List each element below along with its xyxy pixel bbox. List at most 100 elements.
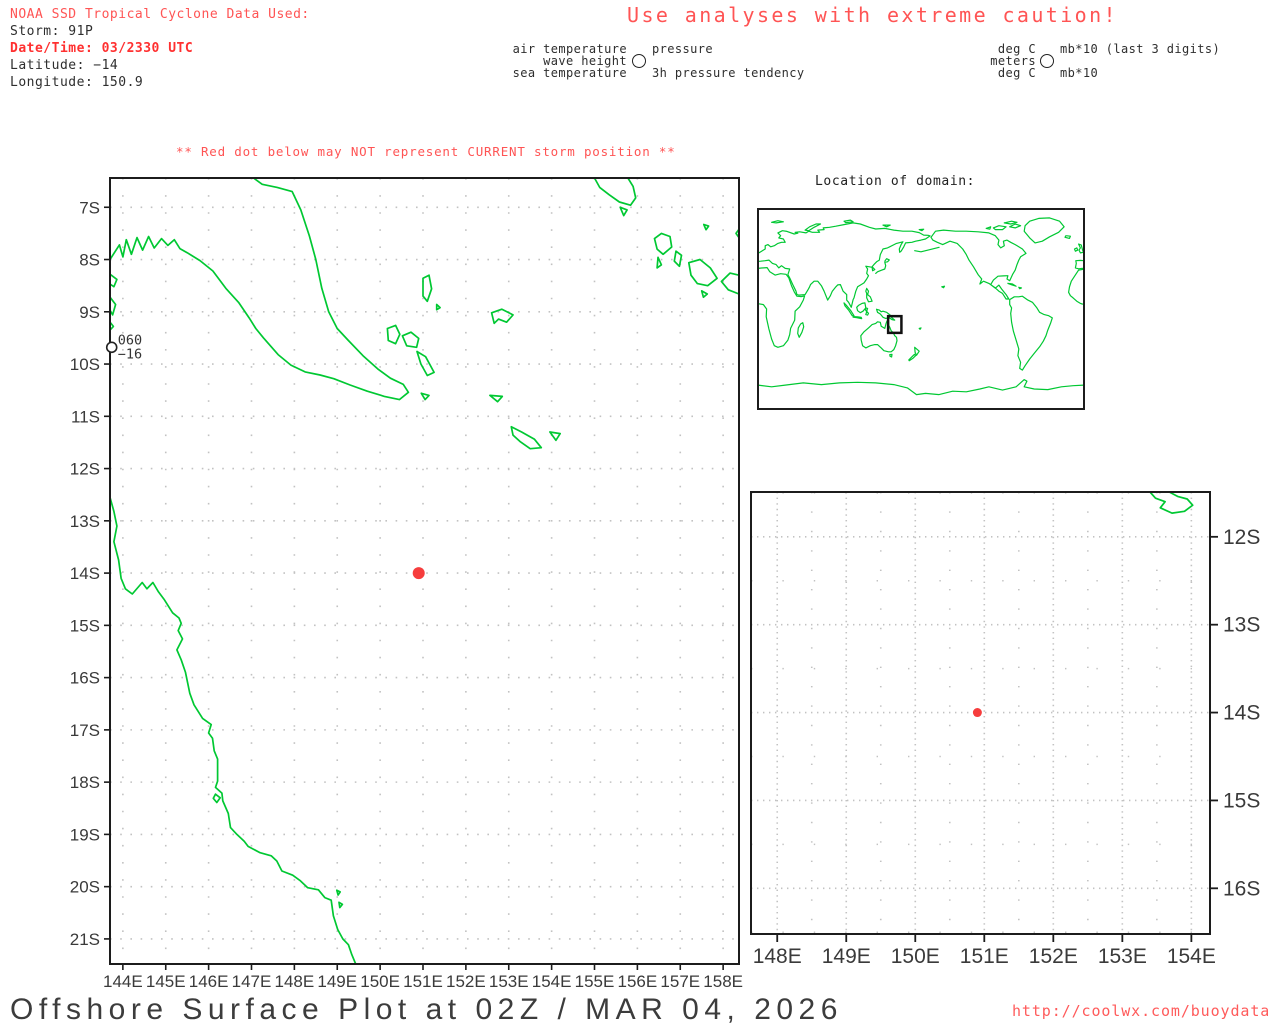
- inset-map-title: Location of domain:: [815, 174, 976, 189]
- axis-label: 154E: [532, 972, 572, 991]
- coastline-png-mainland: [109, 177, 410, 401]
- coastline-samarai: [420, 392, 430, 401]
- axis-label: 12S: [70, 460, 100, 479]
- coastline-wrangel: [918, 228, 925, 232]
- axis-label: 14S: [1223, 702, 1260, 725]
- coastline-hinchinbrook: [212, 793, 222, 804]
- axis-label: 19S: [70, 825, 100, 844]
- coastline-choiseul: [653, 232, 673, 256]
- coastline-misima: [489, 394, 504, 403]
- axis-label: 151E: [960, 945, 1009, 968]
- axis-label: 150E: [891, 945, 940, 968]
- axis-label: 152E: [446, 972, 486, 991]
- axis-label: 148E: [753, 945, 802, 968]
- coastline-normanby: [416, 350, 435, 377]
- source-url: http://coolwx.com/buoydata: [1012, 1002, 1271, 1020]
- station-legend-left-column: air temperature wave height sea temperat…: [513, 43, 627, 79]
- coastline-santa-isabel-edge: [720, 272, 740, 295]
- axis-label: 10S: [70, 355, 100, 374]
- tc-info-latitude: Latitude: −14: [10, 58, 119, 73]
- zoom-map: 148E 149E 150E 151E 152E 153E 154E 12S 13S 14S 15S…: [750, 491, 1260, 968]
- coastline-eurasia: [757, 222, 931, 308]
- coastline-madagascar: [797, 322, 805, 338]
- tc-info-longitude: Longitude: 150.9: [10, 75, 144, 90]
- coastline-nz-north: [914, 346, 920, 356]
- coastline-sulawesi: [864, 307, 870, 316]
- axis-label: 13S: [1223, 614, 1260, 637]
- legend-sea-temperature-label: sea temperature: [512, 66, 627, 80]
- axis-label: 8S: [79, 251, 100, 270]
- coastline-new-guinea: [875, 308, 896, 321]
- axis-label: 11S: [71, 407, 100, 426]
- coastline-iberia: [1074, 259, 1085, 270]
- coastline-tagula-tip: [1149, 491, 1194, 514]
- coastline-bougainville: [593, 177, 637, 207]
- coastline-philippines: [865, 287, 873, 303]
- legend-pressure-label: pressure: [652, 42, 713, 56]
- axis-label: 17S: [70, 721, 100, 740]
- axis-label: 9S: [79, 303, 100, 322]
- coastline-kolombangara: [673, 250, 683, 268]
- coastline-trobriand: [422, 274, 433, 303]
- legend-pressure-tendency-label: 3h pressure tendency: [652, 66, 805, 80]
- plot-title: Offshore Surface Plot at 02Z / MAR 04, 2…: [10, 993, 843, 1026]
- coastline-tasmania: [889, 353, 893, 358]
- coastline-fergusson: [401, 331, 420, 349]
- coastline-south-america: [1009, 295, 1053, 371]
- coastline-iceland: [1064, 235, 1071, 239]
- coastline-goodenough: [386, 324, 401, 345]
- coastline-sumatra: [843, 302, 855, 317]
- coastline-borneo: [856, 302, 867, 314]
- station-model-circle-icon: [632, 54, 646, 68]
- coastline-java: [852, 315, 863, 320]
- axis-label: 153E: [1098, 945, 1147, 968]
- coastline-arctic-4: [985, 226, 992, 230]
- axis-label: 15S: [1223, 789, 1260, 812]
- tc-info-source: NOAA SSD Tropical Cyclone Data Used:: [10, 7, 310, 22]
- axis-label: 149E: [317, 972, 357, 991]
- coastline-severnaya: [843, 219, 854, 224]
- axis-label: 18S: [70, 773, 100, 792]
- coastline-north-america: [930, 229, 1027, 300]
- axis-label: 157E: [660, 972, 700, 991]
- coastline-svalbard: [771, 220, 784, 224]
- station-tendency-value: −16: [118, 346, 142, 362]
- axis-label: 16S: [1223, 877, 1260, 900]
- axis-label: 152E: [1029, 945, 1078, 968]
- axis-label: 155E: [575, 972, 615, 991]
- axis-label: 14S: [70, 564, 100, 583]
- axis-label: 156E: [618, 972, 658, 991]
- coastline-new-georgia: [687, 258, 718, 287]
- coastline-whitsunday-2: [338, 901, 344, 909]
- axis-label: 7S: [79, 198, 100, 217]
- coastline-hawaii: [941, 285, 946, 289]
- units-degc-bottom-label: deg C: [997, 66, 1036, 80]
- main-map: 144E 145E 146E 147E 148E 149E 150E 151E 152E 153E…: [70, 177, 743, 991]
- axis-label: 21S: [70, 930, 100, 949]
- units-legend-left-column: deg C meters deg C: [990, 43, 1036, 79]
- units-model-circle-icon: [1040, 54, 1054, 68]
- axis-label: 148E: [275, 972, 315, 991]
- units-mb10-label: mb*10: [1060, 66, 1099, 80]
- axis-label: 146E: [189, 972, 229, 991]
- coastline-nz-south: [908, 353, 917, 362]
- axis-label: 151E: [403, 972, 443, 991]
- axis-label: 158E: [703, 972, 743, 991]
- axis-label: 147E: [232, 972, 272, 991]
- map-frame: [757, 208, 1085, 410]
- axis-label: 16S: [70, 669, 100, 688]
- coastline-kitava: [435, 303, 441, 311]
- coastline-shortland: [619, 206, 628, 217]
- coastline-whitsunday-1: [335, 889, 342, 896]
- coastline-cuba: [1007, 282, 1017, 287]
- coastline-antarctica: [757, 379, 1085, 396]
- coastline-fauro: [702, 223, 710, 231]
- coastline-new-siberian: [882, 224, 891, 228]
- coastline-australia: [860, 320, 898, 353]
- storm-position-dot: [412, 567, 425, 580]
- coastline-fly-delta-1: [109, 273, 118, 288]
- coastline-arctic-2: [1009, 223, 1022, 229]
- coastline-tagula: [510, 425, 543, 450]
- coastline-aleutians: [914, 246, 940, 253]
- tc-info-block: NOAA SSD Tropical Cyclone Data Used: Sto…: [10, 6, 310, 91]
